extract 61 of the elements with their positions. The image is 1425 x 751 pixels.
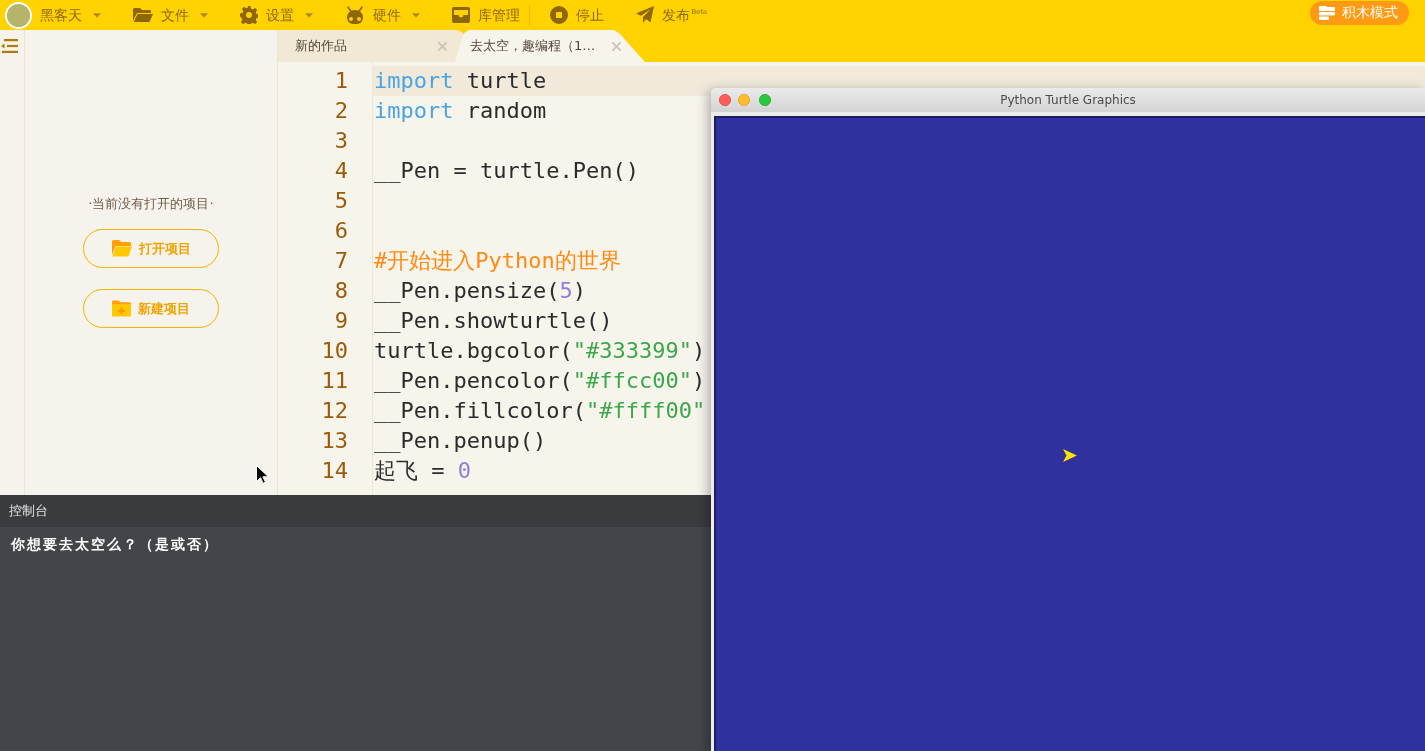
menu-collapse-icon[interactable]	[1, 39, 18, 53]
line-number: 2	[333, 97, 349, 125]
library-button[interactable]: 库管理	[452, 1, 520, 29]
line-number: 11	[320, 367, 349, 395]
account-menu[interactable]: 黑客天	[5, 1, 101, 29]
line-number: 8	[333, 277, 349, 305]
caret-icon[interactable]	[93, 12, 101, 18]
code-line: __Pen.fillcolor("#ffff00"	[374, 398, 706, 423]
line-number: 10	[320, 337, 349, 365]
caret-icon[interactable]	[200, 12, 208, 18]
close-window-icon[interactable]	[719, 94, 731, 106]
avatar-icon[interactable]	[5, 1, 32, 29]
code-line: import random	[374, 98, 547, 123]
line-number: 1	[333, 67, 349, 95]
code-line: turtle.bgcolor("#333399")	[374, 338, 706, 363]
block-mode-button[interactable]: 积木模式	[1310, 0, 1409, 25]
publish-button[interactable]: 发布$^{Beta}$	[636, 1, 708, 29]
line-number: 9	[333, 307, 349, 335]
console-output: 你想要去太空么？（是或否）	[11, 535, 219, 554]
line-number: 14	[320, 457, 349, 485]
inbox-icon[interactable]	[452, 7, 470, 23]
arrowhead-icon	[1063, 449, 1077, 462]
window-title: Python Turtle Graphics	[1000, 93, 1136, 107]
maximize-window-icon[interactable]	[759, 94, 771, 106]
line-number: 5	[333, 187, 349, 215]
code-line: import turtle	[374, 68, 547, 93]
folder-icon[interactable]	[133, 7, 153, 23]
settings-menu[interactable]: 设置	[240, 1, 313, 29]
new-folder-icon[interactable]	[112, 300, 131, 318]
console-title: 控制台	[9, 502, 48, 521]
robot-icon[interactable]	[345, 6, 365, 24]
line-number: 7	[333, 247, 349, 275]
mouse-pointer-icon	[256, 465, 268, 484]
close-icon[interactable]	[612, 41, 621, 51]
code-line: __Pen.pensize(5)	[374, 278, 586, 303]
editor-tab[interactable]: 新的作品	[278, 30, 465, 62]
code-line: __Pen = turtle.Pen()	[374, 158, 639, 183]
gear-icon[interactable]	[240, 6, 258, 24]
hardware-menu[interactable]: 硬件	[345, 1, 420, 29]
code-line: __Pen.penup()	[374, 428, 547, 453]
editor-tab[interactable]: 去太空，趣编程（1…	[455, 30, 645, 62]
stop-button[interactable]: 停止	[550, 1, 604, 29]
line-number: 6	[333, 217, 349, 245]
line-number: 3	[333, 127, 349, 155]
close-icon[interactable]	[438, 41, 447, 51]
blocks-icon[interactable]	[1319, 5, 1335, 20]
line-number: 13	[320, 427, 349, 455]
line-number: 12	[320, 397, 349, 425]
minimize-window-icon[interactable]	[738, 94, 750, 106]
code-line: #开始进入Python的世界	[374, 248, 621, 273]
code-line: __Pen.pencolor("#ffcc00")	[374, 368, 706, 393]
file-menu[interactable]: 文件	[133, 1, 208, 29]
open-folder-icon[interactable]	[111, 240, 132, 258]
stop-icon[interactable]	[550, 6, 568, 24]
caret-icon[interactable]	[412, 12, 420, 18]
caret-icon[interactable]	[305, 12, 313, 18]
code-line: __Pen.showturtle()	[374, 308, 613, 333]
code-line: 起飞 = 0	[374, 458, 471, 483]
empty-state-message: ·当前没有打开的项目·	[88, 194, 214, 213]
paper-plane-icon[interactable]	[636, 6, 654, 24]
line-number: 4	[333, 157, 349, 185]
